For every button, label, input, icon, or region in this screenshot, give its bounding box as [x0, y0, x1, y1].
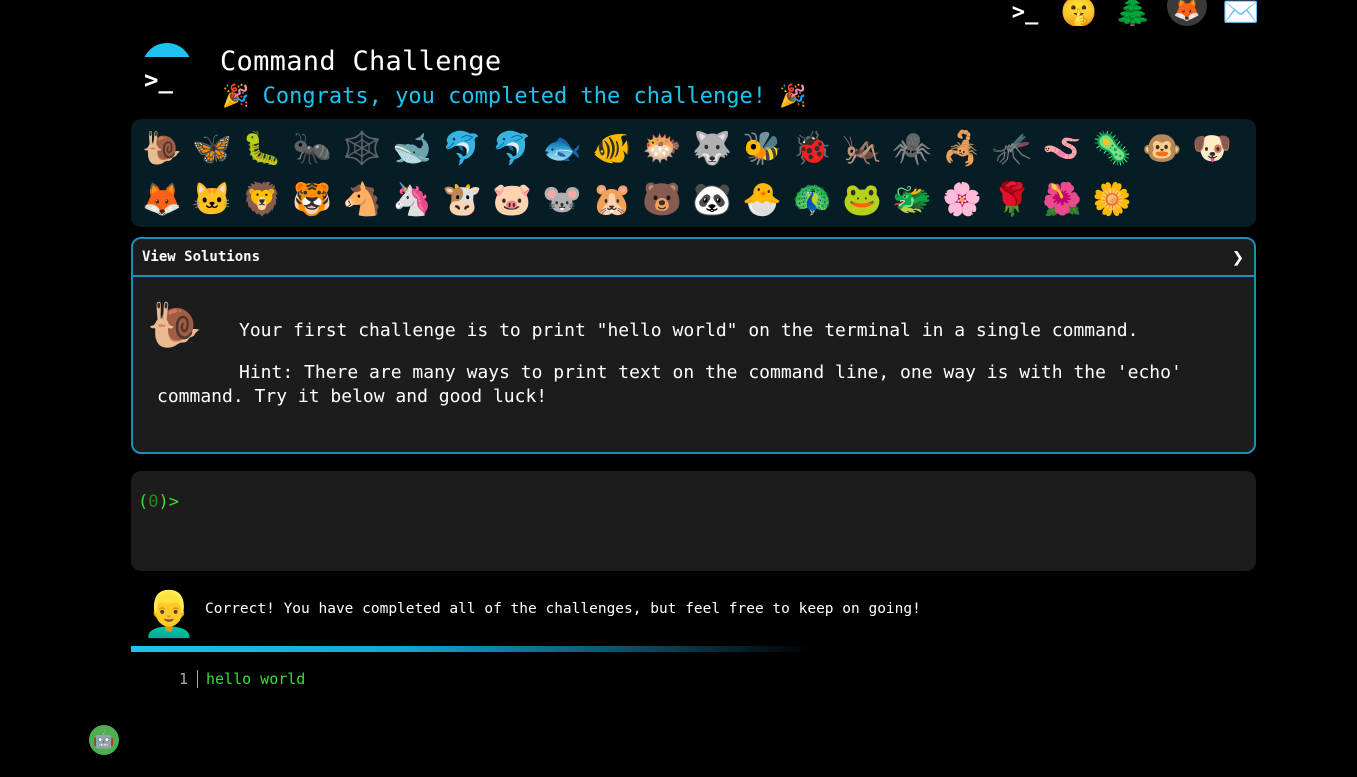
- christmas-tree-icon[interactable]: 🌲: [1113, 0, 1153, 26]
- challenge-emoji-icon[interactable]: 🦚: [787, 174, 837, 225]
- challenge-emoji-icon[interactable]: 🕷️: [887, 123, 937, 174]
- challenge-emoji-icon[interactable]: 🐝: [737, 123, 787, 174]
- challenge-emoji-icon[interactable]: 🌼: [1087, 174, 1137, 225]
- challenge-hint: Hint: There are many ways to print text …: [157, 362, 1182, 407]
- challenge-emoji-icon[interactable]: 🕸️: [337, 123, 387, 174]
- challenge-emoji-icon[interactable]: 🐟: [537, 123, 587, 174]
- snail-icon: 🐌: [147, 300, 202, 351]
- challenge-emoji-icon[interactable]: 🐬: [487, 123, 537, 174]
- challenge-emoji-icon[interactable]: 🐌: [137, 123, 187, 174]
- terminal-input[interactable]: (0)>: [131, 471, 1256, 571]
- challenge-emoji-icon[interactable]: 🦠: [1087, 123, 1137, 174]
- party-popper-icon: 🎉: [222, 84, 250, 109]
- command-output: 1 hello world: [170, 670, 305, 688]
- top-icon-bar: >_ 🤫 🌲 🦊 ✉️: [1005, 0, 1265, 28]
- challenge-emoji-icon[interactable]: 🐶: [1187, 123, 1237, 174]
- feedback-text: Correct! You have completed all of the c…: [205, 601, 921, 617]
- challenge-emoji-icon[interactable]: 🐷: [487, 174, 537, 225]
- challenge-emoji-icon[interactable]: 🐵: [1137, 123, 1187, 174]
- challenge-emoji-icon[interactable]: 🐼: [687, 174, 737, 225]
- gitlab-icon[interactable]: 🦊: [1167, 0, 1207, 26]
- challenge-emoji-icon[interactable]: 🐠: [587, 123, 637, 174]
- view-solutions-toggle[interactable]: View Solutions ❯: [133, 239, 1254, 277]
- chevron-right-icon: ❯: [1231, 245, 1244, 269]
- challenge-emoji-icon[interactable]: 🐣: [737, 174, 787, 225]
- challenge-emoji-icon[interactable]: 🌸: [937, 174, 987, 225]
- logo-prompt: >_: [144, 66, 173, 94]
- line-separator: [197, 670, 198, 688]
- challenge-emoji-icon[interactable]: 🦟: [987, 123, 1037, 174]
- challenge-emoji-icon[interactable]: 🐞: [787, 123, 837, 174]
- challenge-emoji-icon[interactable]: 🦂: [937, 123, 987, 174]
- page-header: >_ Command Challenge 🎉 Congrats, you com…: [140, 40, 840, 115]
- prompt-counter: 0: [148, 492, 159, 512]
- challenge-emoji-icon[interactable]: 🐬: [437, 123, 487, 174]
- envelope-icon[interactable]: ✉️: [1221, 0, 1261, 26]
- challenge-emoji-icon[interactable]: 🦁: [237, 174, 287, 225]
- shushing-face-icon[interactable]: 🤫: [1059, 0, 1099, 26]
- challenge-panel: View Solutions ❯ 🐌 Your first challenge …: [131, 237, 1256, 454]
- congrats-text: Congrats, you completed the challenge!: [262, 84, 766, 109]
- terminal-icon[interactable]: >_: [1005, 0, 1045, 26]
- challenge-emoji-icon[interactable]: 🐛: [237, 123, 287, 174]
- challenge-emoji-icon[interactable]: 🐋: [387, 123, 437, 174]
- challenge-emoji-icon[interactable]: 🐮: [437, 174, 487, 225]
- challenge-emoji-icon[interactable]: 🐹: [587, 174, 637, 225]
- terminal-prompt: (0)>: [138, 492, 179, 512]
- page-title: Command Challenge: [220, 46, 502, 77]
- challenge-emoji-icon[interactable]: 🐭: [537, 174, 587, 225]
- challenge-emoji-icon[interactable]: 🐴: [337, 174, 387, 225]
- challenge-emoji-icon[interactable]: 🐯: [287, 174, 337, 225]
- logo-icon[interactable]: >_: [140, 43, 194, 97]
- view-solutions-label: View Solutions: [142, 249, 261, 265]
- challenge-emoji-icon[interactable]: 🪱: [1037, 123, 1087, 174]
- output-text: hello world: [206, 670, 306, 688]
- party-popper-icon: 🎉: [779, 84, 807, 109]
- challenge-emoji-icon[interactable]: 🦋: [187, 123, 237, 174]
- challenge-emoji-icon[interactable]: 🐻: [637, 174, 687, 225]
- avatar: 👱‍♂️: [141, 589, 197, 640]
- line-number: 1: [178, 670, 188, 688]
- challenge-emoji-icon[interactable]: 🐜: [287, 123, 337, 174]
- robot-icon[interactable]: 🤖: [89, 725, 119, 755]
- challenge-emoji-icon[interactable]: 🦄: [387, 174, 437, 225]
- challenge-emoji-icon[interactable]: 🐱: [187, 174, 237, 225]
- challenge-emoji-icon[interactable]: 🐸: [837, 174, 887, 225]
- challenge-emoji-icon[interactable]: 🐲: [887, 174, 937, 225]
- challenge-emoji-icon[interactable]: 🌺: [1037, 174, 1087, 225]
- challenge-emoji-icon[interactable]: 🐺: [687, 123, 737, 174]
- challenge-emoji-bar: 🐌 🦋 🐛 🐜 🕸️ 🐋 🐬 🐬 🐟 🐠 🐡 🐺 🐝 🐞 🦗 🕷️ 🦂 🦟 🪱 🦠 🐵 🐶 🦊 🐱 🦁 🐯 🐴 🦄 🐮 🐷 🐭 🐹 🐻 🐼 🐣 🦚 🐸 🐲…: [131, 119, 1256, 227]
- challenge-emoji-icon[interactable]: 🌹: [987, 174, 1037, 225]
- challenge-body: 🐌 Your first challenge is to print "hell…: [133, 277, 1254, 409]
- feedback-message: 👱‍♂️ Correct! You have completed all of …: [131, 583, 1256, 643]
- congrats-banner: 🎉 Congrats, you completed the challenge!…: [222, 84, 807, 109]
- progress-bar: [131, 646, 811, 652]
- challenge-emoji-icon[interactable]: 🦗: [837, 123, 887, 174]
- challenge-emoji-icon[interactable]: 🐡: [637, 123, 687, 174]
- challenge-emoji-icon[interactable]: 🦊: [137, 174, 187, 225]
- challenge-description: Your first challenge is to print "hello …: [239, 320, 1139, 341]
